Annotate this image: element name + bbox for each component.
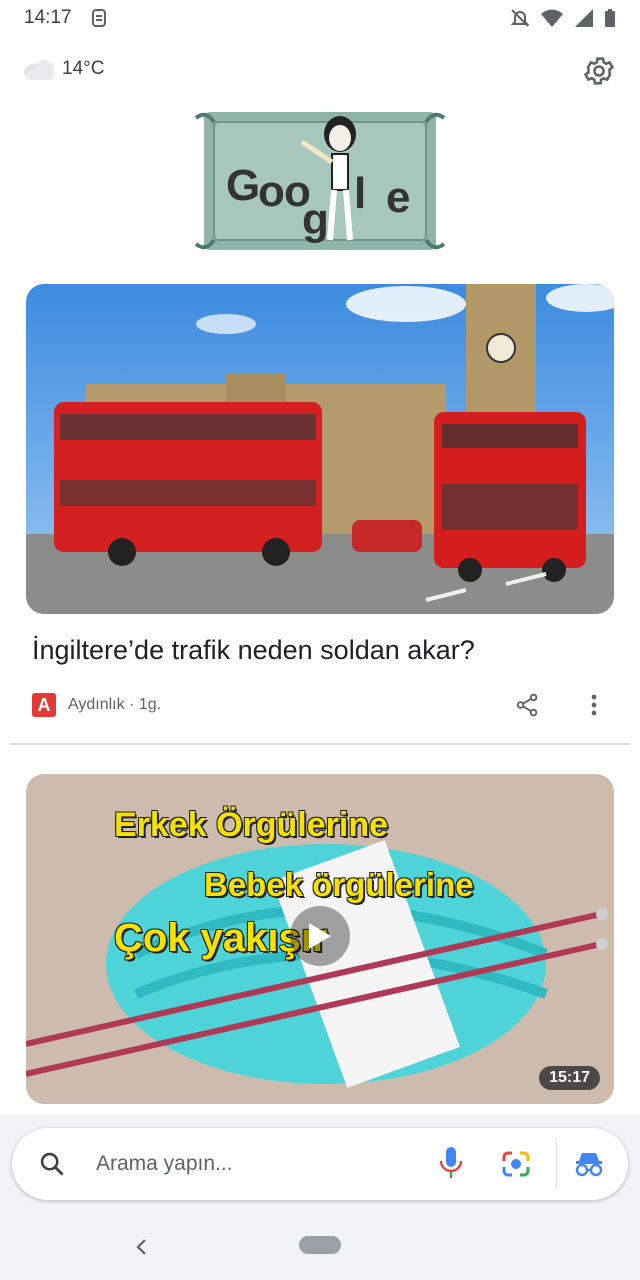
article-photo — [26, 284, 614, 614]
doodle-letter-e: e — [386, 173, 410, 222]
status-bar: 14:17 — [0, 0, 640, 36]
notifications-off-icon — [510, 9, 530, 27]
microphone-icon[interactable] — [438, 1146, 464, 1180]
search-divider — [556, 1142, 557, 1188]
battery-icon — [605, 9, 615, 27]
cloud-icon — [24, 60, 54, 80]
settings-gear-icon[interactable] — [582, 54, 616, 88]
doodle-letter-g: G — [226, 161, 260, 210]
article-meta: A Aydınlık · 1g. — [32, 690, 612, 720]
source-logo-icon: A — [32, 693, 56, 717]
incognito-icon[interactable] — [574, 1151, 604, 1177]
doodle-letter-g2: g — [302, 195, 329, 244]
search-bar[interactable]: Arama yapın... — [12, 1128, 628, 1200]
system-nav-bar — [0, 1216, 640, 1280]
signal-icon — [575, 9, 593, 27]
sync-icon — [91, 9, 106, 27]
video-overlay-line1: Erkek Örgülerine — [114, 806, 389, 844]
google-doodle[interactable]: G o o g l e — [192, 108, 448, 254]
wifi-icon — [541, 9, 563, 27]
play-button[interactable] — [290, 906, 350, 966]
article-image[interactable] — [26, 284, 614, 614]
google-lens-icon[interactable] — [500, 1149, 532, 1179]
search-input[interactable]: Arama yapın... — [96, 1152, 233, 1176]
status-time: 14:17 — [24, 7, 72, 28]
video-overlay-line2: Bebek örgülerine — [204, 866, 474, 903]
article-source: Aydınlık · 1g. — [68, 696, 162, 713]
video-card[interactable]: Erkek Örgülerine Bebek örgülerine Çok ya… — [26, 774, 614, 1104]
weather-widget[interactable]: 14°C — [22, 58, 104, 80]
doodle-letter-o1: o — [258, 167, 285, 216]
more-options-icon[interactable] — [584, 692, 604, 718]
article-headline[interactable]: İngiltere’de trafik neden soldan akar? — [32, 630, 612, 670]
temperature: 14°C — [62, 58, 105, 79]
back-chevron-icon[interactable] — [130, 1232, 154, 1262]
video-duration: 15:17 — [539, 1066, 600, 1090]
feed-divider — [10, 743, 630, 745]
share-icon[interactable] — [514, 692, 540, 718]
search-icon — [40, 1152, 64, 1176]
home-pill[interactable] — [299, 1236, 341, 1254]
play-icon — [309, 923, 331, 949]
doodle-letter-l: l — [354, 169, 366, 218]
top-bar: 14°C — [0, 48, 640, 96]
